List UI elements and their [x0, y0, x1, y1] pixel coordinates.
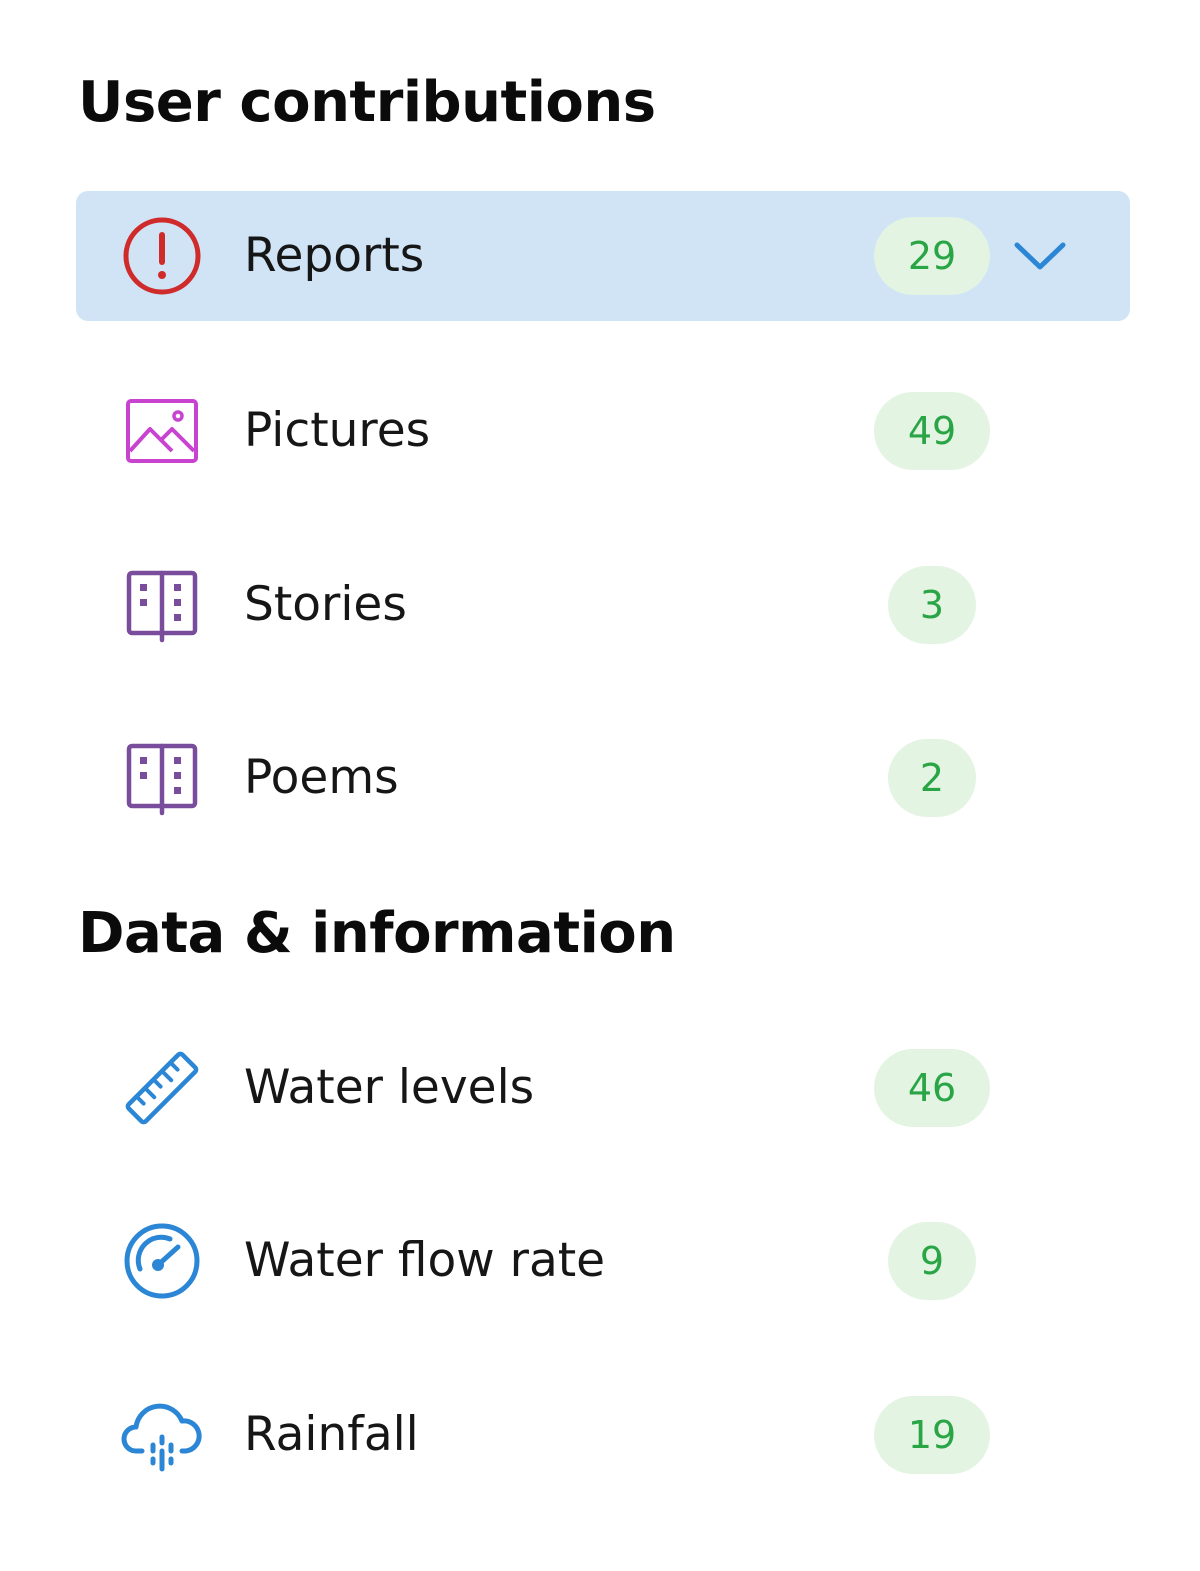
alert-circle-icon — [120, 214, 204, 298]
nav-item-poems[interactable]: Poems 2 — [76, 713, 1130, 843]
nav-item-reports[interactable]: Reports 29 — [76, 191, 1130, 321]
nav-item-label: Water flow rate — [244, 1233, 606, 1288]
nav-item-water-levels[interactable]: Water levels 46 — [76, 1023, 1130, 1153]
ruler-icon — [120, 1046, 204, 1130]
nav-item-label: Reports — [244, 228, 425, 283]
section-title-data-information: Data & information — [78, 901, 676, 966]
count-badge: 3 — [888, 566, 976, 644]
gauge-icon — [120, 1219, 204, 1303]
rain-cloud-icon — [120, 1393, 204, 1477]
book-open-icon — [120, 736, 204, 820]
nav-item-pictures[interactable]: Pictures 49 — [76, 366, 1130, 496]
book-open-icon — [120, 563, 204, 647]
count-badge: 9 — [888, 1222, 976, 1300]
nav-item-label: Rainfall — [244, 1407, 419, 1462]
image-icon — [120, 389, 204, 473]
nav-item-label: Stories — [244, 577, 407, 632]
nav-item-stories[interactable]: Stories 3 — [76, 540, 1130, 670]
section-title-user-contributions: User contributions — [78, 70, 656, 135]
nav-item-label: Poems — [244, 750, 399, 805]
count-badge: 46 — [874, 1049, 990, 1127]
nav-item-water-flow-rate[interactable]: Water flow rate 9 — [76, 1196, 1130, 1326]
count-badge: 29 — [874, 217, 990, 295]
count-badge: 49 — [874, 392, 990, 470]
nav-item-label: Pictures — [244, 403, 431, 458]
count-badge: 2 — [888, 739, 976, 817]
nav-item-rainfall[interactable]: Rainfall 19 — [76, 1370, 1130, 1500]
chevron-down-icon[interactable] — [1012, 231, 1068, 281]
nav-item-label: Water levels — [244, 1060, 535, 1115]
count-badge: 19 — [874, 1396, 990, 1474]
